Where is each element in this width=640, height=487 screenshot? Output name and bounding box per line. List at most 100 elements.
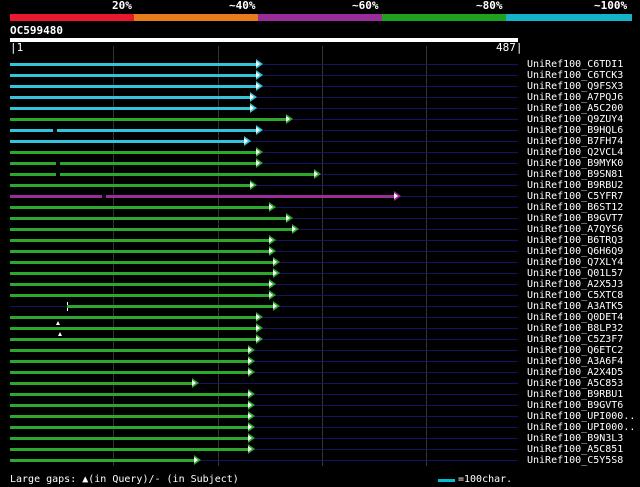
hit-bar[interactable] <box>10 107 251 110</box>
query-gap-marker <box>55 321 60 325</box>
hit-bar[interactable] <box>10 437 248 440</box>
hit-bar[interactable] <box>10 195 395 198</box>
hit-label-link[interactable]: UniRef100_B9GVT7 <box>527 213 623 224</box>
hit-end-arrow-highlight <box>256 127 261 133</box>
scale-label: =100char. <box>458 474 513 485</box>
hit-bar[interactable] <box>10 184 251 187</box>
hit-bar[interactable] <box>10 129 257 132</box>
hit-end-arrow-highlight <box>256 83 261 89</box>
hit-label-link[interactable]: UniRef100_A7PQJ6 <box>527 92 623 103</box>
hit-bar[interactable] <box>10 338 257 341</box>
hit-bar[interactable] <box>10 283 269 286</box>
hit-label-link[interactable]: UniRef100_A5C851 <box>527 444 623 455</box>
hit-end-arrow-highlight <box>273 259 278 265</box>
hit-bar[interactable] <box>10 239 269 242</box>
hit-label-link[interactable]: UniRef100_Q6ETC2 <box>527 345 623 356</box>
hit-bar[interactable] <box>10 206 269 209</box>
hit-label-link[interactable]: UniRef100_B6ST12 <box>527 202 623 213</box>
table-row: UniRef100_A7PQJ6 <box>0 92 640 103</box>
hit-bar[interactable] <box>10 327 257 330</box>
hit-label-link[interactable]: UniRef100_Q6H6Q9 <box>527 246 623 257</box>
hit-bar[interactable] <box>10 448 248 451</box>
hit-label-link[interactable]: UniRef100_A3ATK5 <box>527 301 623 312</box>
table-row: UniRef100_B9N3L3 <box>0 433 640 444</box>
table-row: UniRef100_B7FH74 <box>0 136 640 147</box>
hit-bar[interactable] <box>10 74 257 77</box>
hit-bar[interactable] <box>10 118 286 121</box>
hit-end-arrow-icon <box>273 301 281 311</box>
hit-label-link[interactable]: UniRef100_Q01L57 <box>527 268 623 279</box>
hit-bar[interactable] <box>10 217 286 220</box>
hit-label-link[interactable]: UniRef100_UPI000.. <box>527 422 635 433</box>
hit-label-link[interactable]: UniRef100_C5Z3F7 <box>527 334 623 345</box>
hit-label-link[interactable]: UniRef100_C6TCK3 <box>527 70 623 81</box>
hit-label-link[interactable]: UniRef100_A2X5J3 <box>527 279 623 290</box>
hit-label-link[interactable]: UniRef100_B7FH74 <box>527 136 623 147</box>
hit-end-arrow-highlight <box>248 424 252 430</box>
hit-bar[interactable] <box>10 426 248 429</box>
table-row: UniRef100_UPI000.. <box>0 411 640 422</box>
table-row: UniRef100_C5Y5S8 <box>0 455 640 466</box>
table-row: UniRef100_A5C853 <box>0 378 640 389</box>
hit-label-link[interactable]: UniRef100_C5YFR7 <box>527 191 623 202</box>
hit-bar[interactable] <box>10 272 274 275</box>
hit-bar[interactable] <box>10 85 257 88</box>
hit-label-link[interactable]: UniRef100_Q9FSX3 <box>527 81 623 92</box>
table-row: UniRef100_Q9ZUY4 <box>0 114 640 125</box>
hit-bar[interactable] <box>10 382 192 385</box>
hit-label-link[interactable]: UniRef100_Q0DET4 <box>527 312 623 323</box>
hit-bar[interactable] <box>10 415 248 418</box>
hit-label-link[interactable]: UniRef100_B8LP32 <box>527 323 623 334</box>
hit-end-arrow-highlight <box>191 380 196 386</box>
table-row: UniRef100_Q01L57 <box>0 268 640 279</box>
subject-gap-marker <box>55 173 60 176</box>
hit-label-link[interactable]: UniRef100_A5C200 <box>527 103 623 114</box>
hit-bar[interactable] <box>10 250 269 253</box>
hit-bar[interactable] <box>10 371 248 374</box>
hit-bar[interactable] <box>10 349 248 352</box>
hit-label-link[interactable]: UniRef100_C5XTC8 <box>527 290 623 301</box>
hit-bar[interactable] <box>10 151 257 154</box>
hit-bar[interactable] <box>67 305 274 308</box>
hit-end-arrow-highlight <box>193 457 198 463</box>
table-row: UniRef100_B9RBU1 <box>0 389 640 400</box>
hit-bar[interactable] <box>10 360 248 363</box>
hit-label-link[interactable]: UniRef100_B9GVT6 <box>527 400 623 411</box>
hit-bar[interactable] <box>10 96 251 99</box>
hit-label-link[interactable]: UniRef100_Q2VCL4 <box>527 147 623 158</box>
hit-bar[interactable] <box>10 228 292 231</box>
hit-label-link[interactable]: UniRef100_Q9ZUY4 <box>527 114 623 125</box>
hit-bar[interactable] <box>10 140 244 143</box>
hit-label-link[interactable]: UniRef100_C5Y5S8 <box>527 455 623 466</box>
hit-label-link[interactable]: UniRef100_B9HQL6 <box>527 125 623 136</box>
table-row: UniRef100_B9RBU2 <box>0 180 640 191</box>
hit-label-link[interactable]: UniRef100_B9N3L3 <box>527 433 623 444</box>
hit-label-link[interactable]: UniRef100_B6TRQ3 <box>527 235 623 246</box>
hit-end-arrow-highlight <box>268 237 273 243</box>
hit-bar[interactable] <box>10 459 194 462</box>
hit-label-link[interactable]: UniRef100_A3A6F4 <box>527 356 623 367</box>
hit-label-link[interactable]: UniRef100_B9RBU1 <box>527 389 623 400</box>
hit-label-link[interactable]: UniRef100_UPI000.. <box>527 411 635 422</box>
hit-label-link[interactable]: UniRef100_A2X4D5 <box>527 367 623 378</box>
hit-end-arrow-icon <box>243 136 251 146</box>
hit-bar[interactable] <box>10 404 248 407</box>
hit-label-link[interactable]: UniRef100_B9SN81 <box>527 169 623 180</box>
hit-label-link[interactable]: UniRef100_B9MYK0 <box>527 158 623 169</box>
hit-label-link[interactable]: UniRef100_C6TDI1 <box>527 59 623 70</box>
hit-bar[interactable] <box>10 393 248 396</box>
hit-label-link[interactable]: UniRef100_Q7XLY4 <box>527 257 623 268</box>
hit-label-link[interactable]: UniRef100_A7QYS6 <box>527 224 623 235</box>
hit-bar[interactable] <box>10 294 269 297</box>
hit-bar[interactable] <box>10 63 257 66</box>
table-row: UniRef100_B9SN81 <box>0 169 640 180</box>
table-row: UniRef100_B9GVT6 <box>0 400 640 411</box>
hit-label-link[interactable]: UniRef100_A5C853 <box>527 378 623 389</box>
hit-end-arrow-icon <box>248 356 255 366</box>
hit-bar[interactable] <box>10 162 257 165</box>
table-row: UniRef100_B9HQL6 <box>0 125 640 136</box>
hit-label-link[interactable]: UniRef100_B9RBU2 <box>527 180 623 191</box>
hit-bar[interactable] <box>10 261 274 264</box>
hit-bar[interactable] <box>10 316 257 319</box>
table-row: UniRef100_A7QYS6 <box>0 224 640 235</box>
